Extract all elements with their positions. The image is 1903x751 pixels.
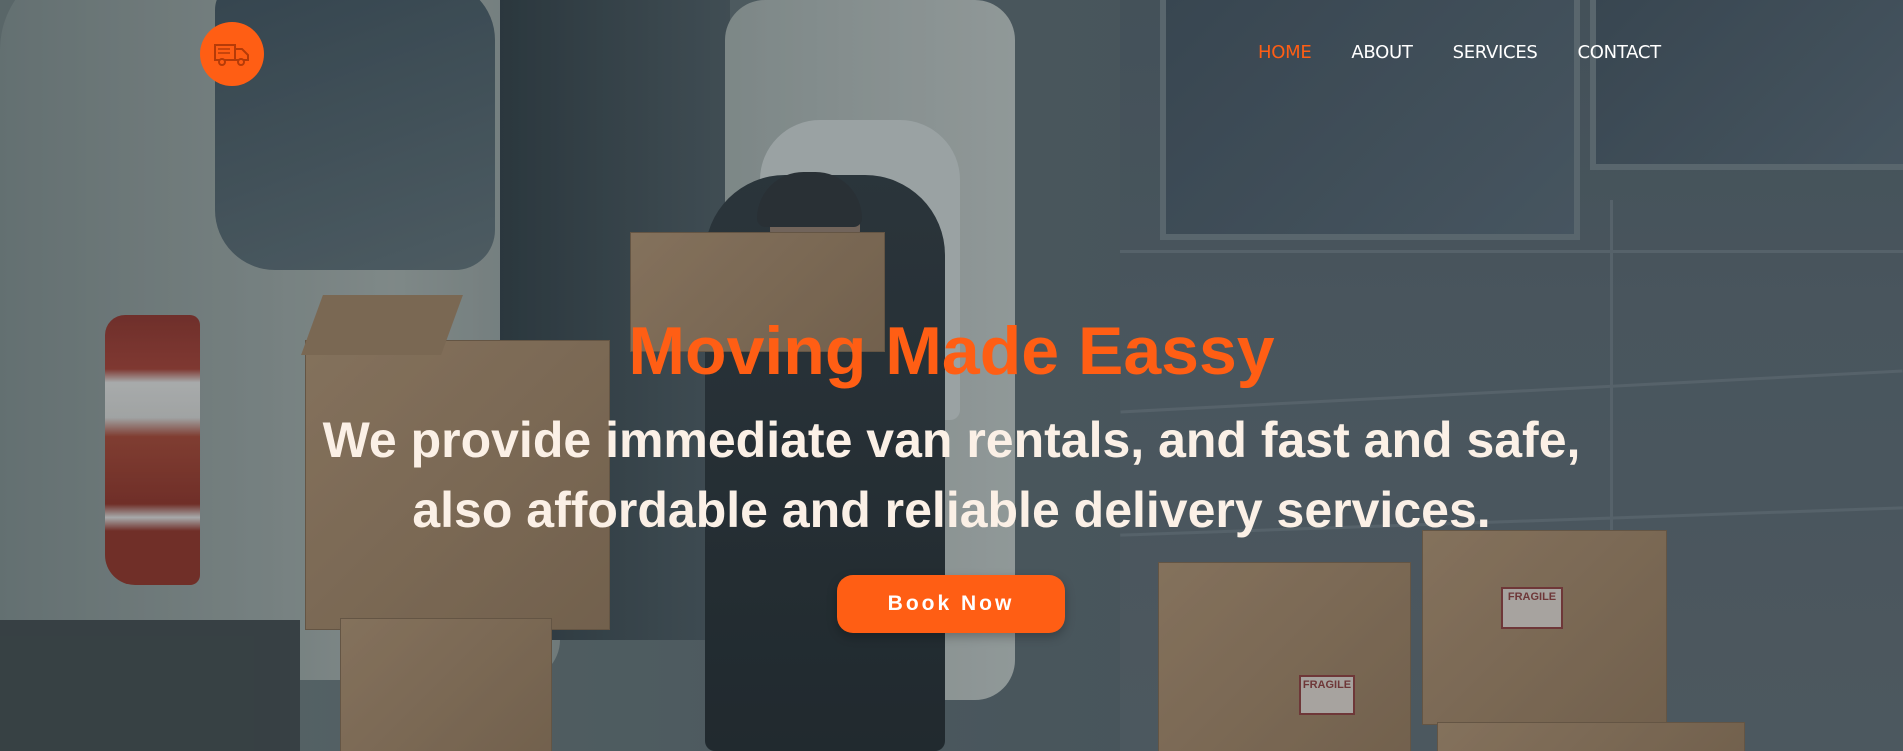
delivery-truck-icon — [214, 44, 249, 66]
hero-subline-line-1: We provide immediate van rentals, and fa… — [322, 412, 1581, 468]
hero-section: FRAGILE FRAGILE HOME ABOUT SERVICES CONT… — [0, 0, 1903, 751]
nav-contact[interactable]: CONTACT — [1578, 42, 1662, 63]
hero-subline: We provide immediate van rentals, and fa… — [270, 405, 1633, 545]
hero-headline: Moving Made Eassy — [628, 313, 1275, 389]
hero-subline-line-2: also affordable and reliable delivery se… — [412, 482, 1491, 538]
nav-services[interactable]: SERVICES — [1453, 42, 1538, 63]
main-nav: HOME ABOUT SERVICES CONTACT — [1258, 42, 1661, 63]
nav-about[interactable]: ABOUT — [1351, 42, 1412, 63]
logo[interactable] — [200, 22, 264, 86]
nav-home[interactable]: HOME — [1258, 42, 1312, 63]
book-now-button[interactable]: Book Now — [837, 575, 1065, 633]
